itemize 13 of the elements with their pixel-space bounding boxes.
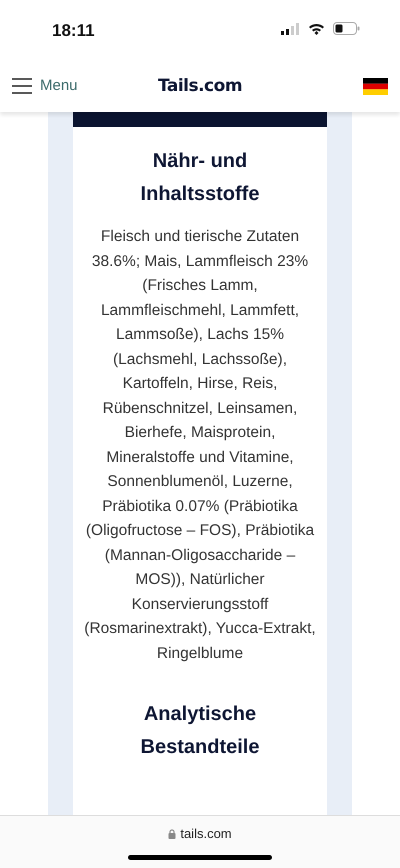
german-flag-icon[interactable]	[362, 78, 388, 94]
ingredients-text: Fleisch und tierische Zutaten 38.6%; Mais, Lammfleisch 23% (Frisches Lamm, Lammfleischmehl, Lammfett, Lammsoße), Lachs 15% (Lachsmehl, Lachssoße), Kartoffeln, Hirse, Reis, Rübenschnitzel, Leinsamen, Bierhefe, Maisprotein, Mineralstoffe und Vitamine, Sonnenblumenöl, Luzerne, Präbiotika 0.07% (Präbiotika (Oligofructose – FOS), Präbiotika (Mannan-Oligosaccharide – MOS)), Natürlicher Konservierungsstoff (Rosmarinextrakt), Yucca-Extrakt, Ringelblume	[83, 227, 317, 664]
lock-icon	[168, 828, 176, 839]
logo[interactable]: Tails.com	[158, 78, 242, 94]
section-heading: Analytische Bestandteile	[140, 702, 260, 760]
status-time: 18:11	[52, 20, 95, 42]
wifi-icon	[308, 22, 325, 34]
section-heading: Nähr- und Inhaltsstoffe	[140, 149, 260, 207]
url-text[interactable]: tails.com	[180, 824, 232, 844]
signal-icon	[281, 22, 300, 34]
battery-icon	[333, 22, 360, 35]
menu-icon[interactable]	[12, 78, 32, 94]
menu-label[interactable]: Menu	[40, 74, 78, 98]
